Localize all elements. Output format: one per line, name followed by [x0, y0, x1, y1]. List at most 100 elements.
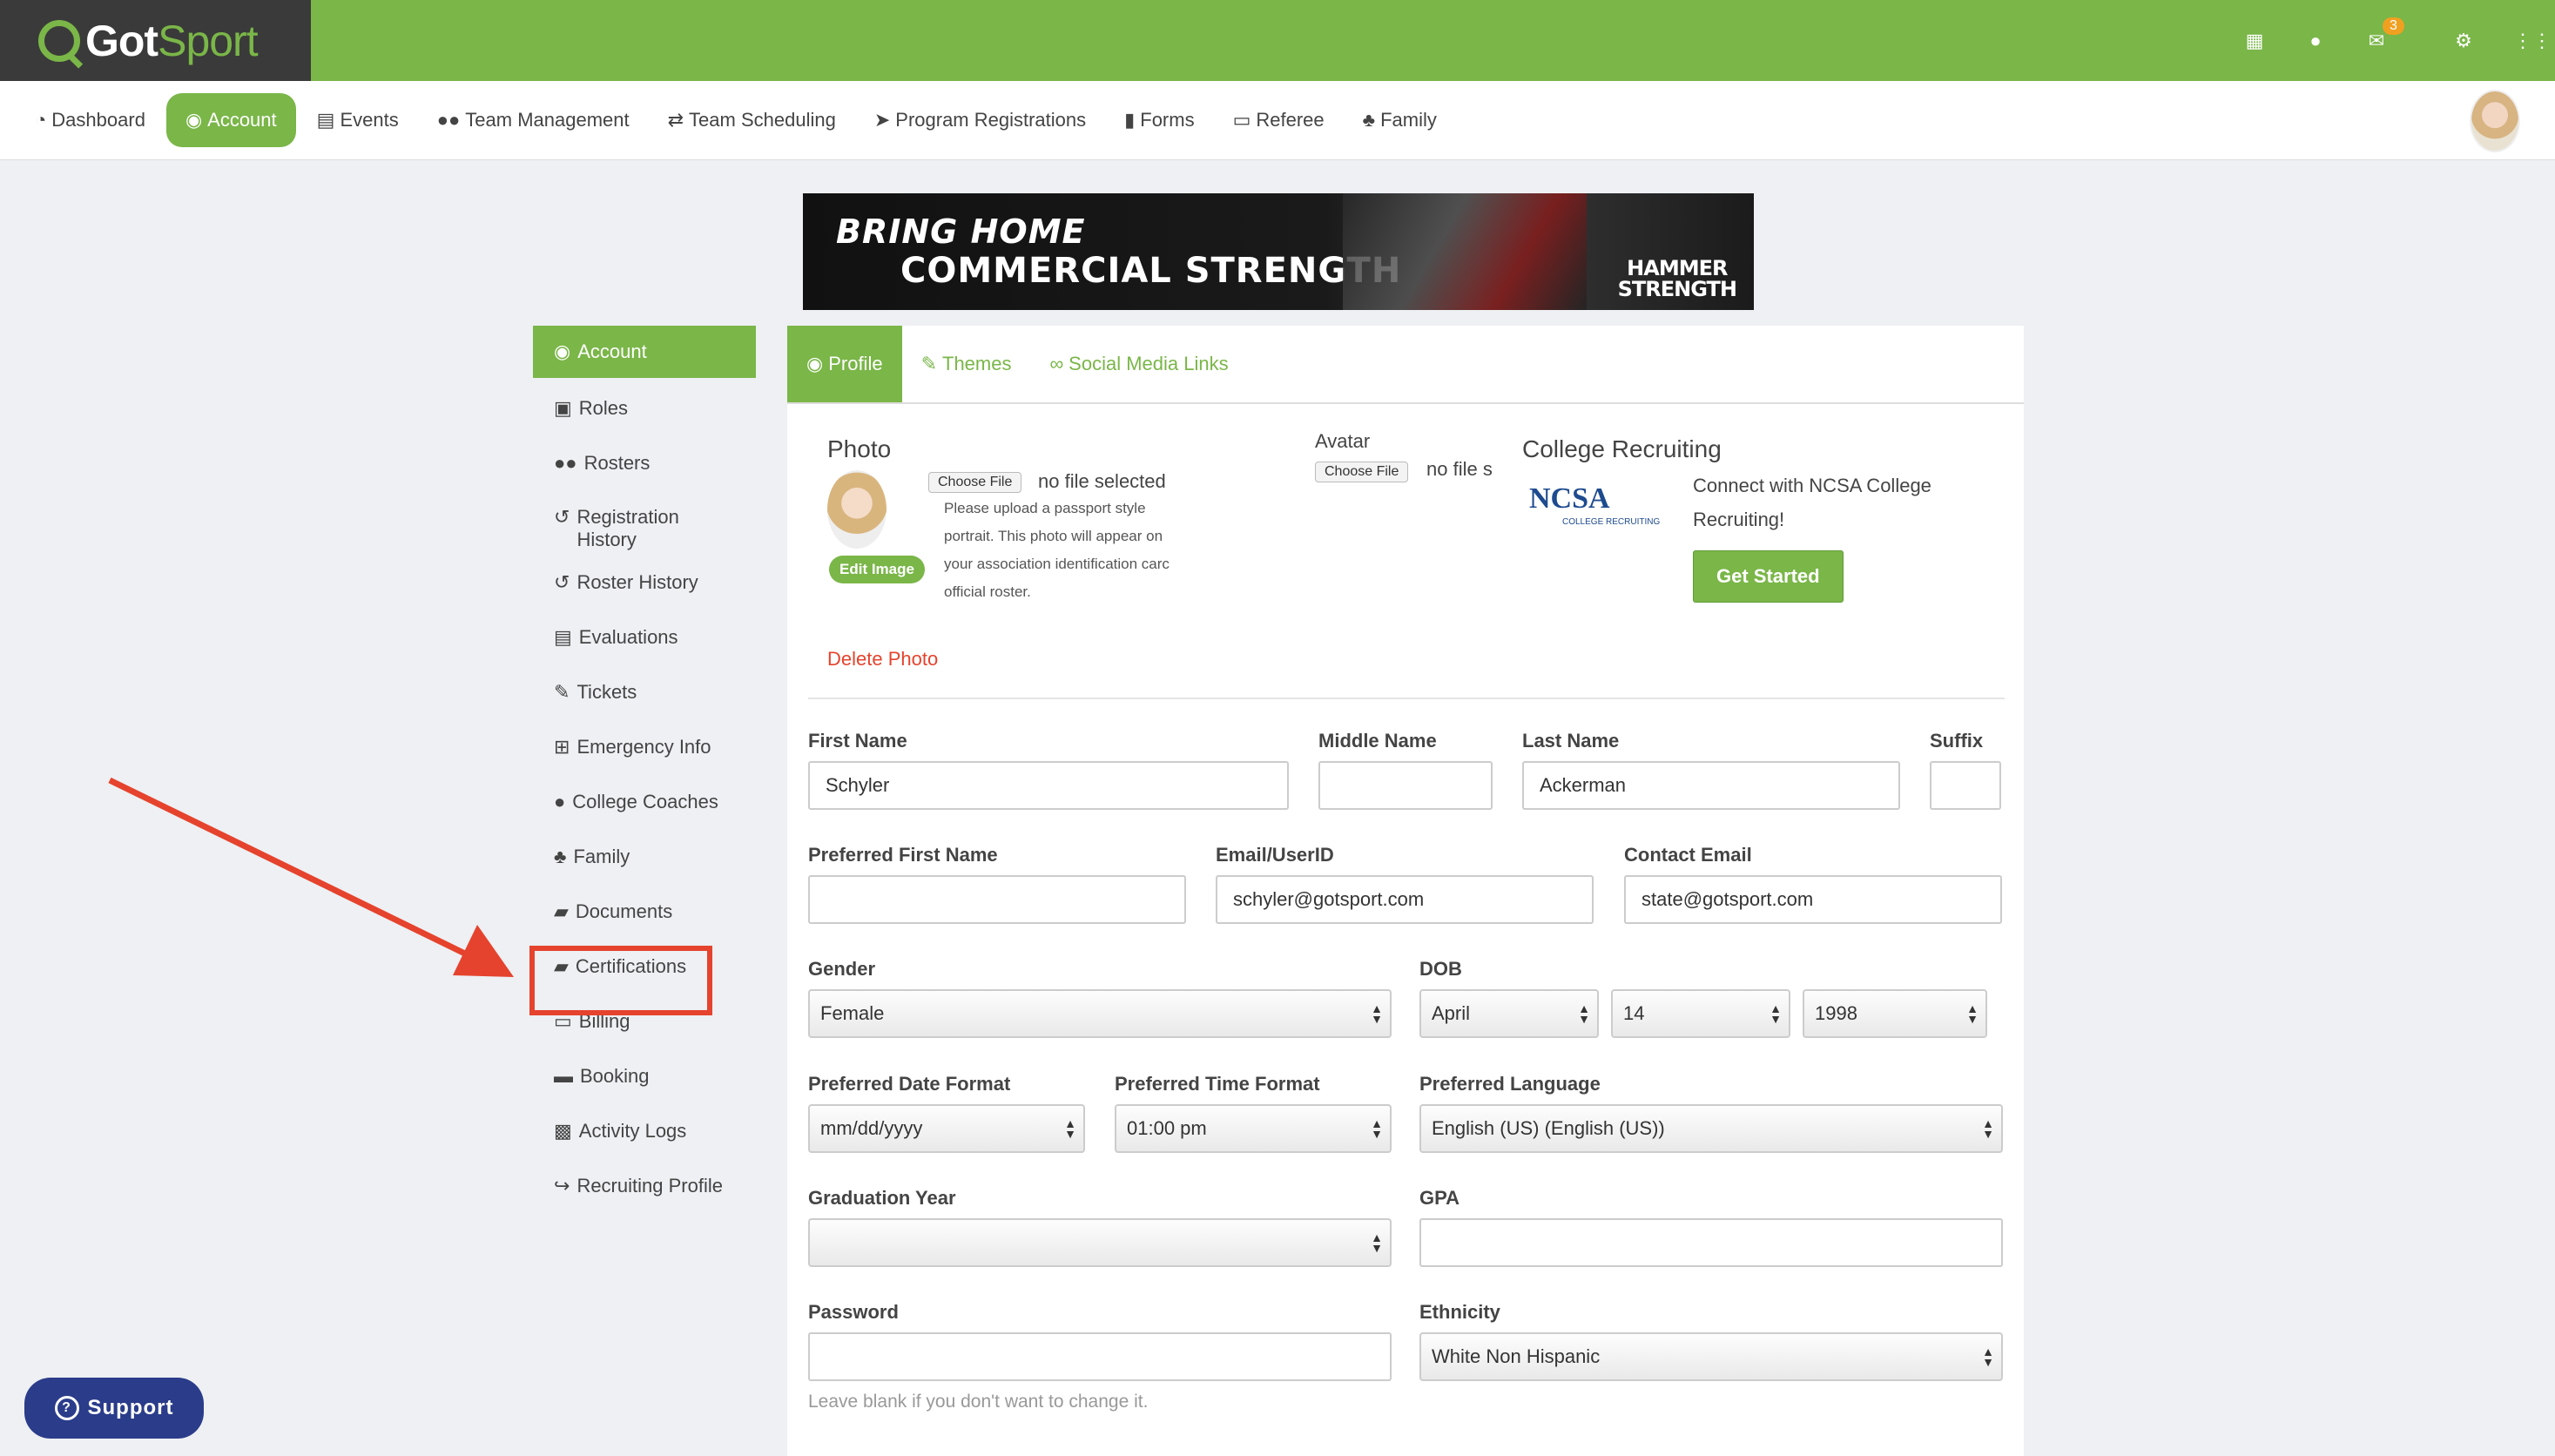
side-item-family[interactable]: ♣ Family [533, 829, 756, 884]
side-item-evaluations[interactable]: ▤ Evaluations [533, 610, 756, 664]
share-icon: ↪ [554, 1174, 570, 1196]
ncsa-logo-sub: COLLEGE RECRUITING [1562, 517, 1661, 527]
gender-label: Gender [808, 958, 876, 980]
nav-label: Program Registrations [895, 109, 1087, 131]
nav-account[interactable]: ◉ Account [165, 93, 296, 147]
last-name-input[interactable]: Ackerman [1522, 761, 1900, 810]
section-divider [808, 698, 2005, 699]
tab-profile[interactable]: ◉ Profile [787, 326, 902, 402]
calendar-check-icon: ▤ [554, 625, 572, 648]
side-item-documents[interactable]: ▰ Documents [533, 884, 756, 939]
side-item-label: Roles [578, 396, 629, 419]
side-item-roster-history[interactable]: ↺ Roster History [533, 555, 756, 610]
nav-team-management[interactable]: ●● Team Management [420, 97, 647, 144]
side-item-booking[interactable]: ▬ Booking [533, 1048, 756, 1103]
side-item-tickets[interactable]: ✎ Tickets [533, 664, 756, 719]
top-icons: ▦ ● ✉ 3 ⚙ ⋮⋮ [2243, 0, 2552, 81]
nav-events[interactable]: ▤ Events [300, 97, 416, 144]
gotsport-logo[interactable]: GotSport [0, 0, 311, 81]
edit-image-button[interactable]: Edit Image [829, 556, 925, 583]
tab-themes[interactable]: ✎ Themes [902, 326, 1031, 402]
side-item-label: Roster History [576, 570, 698, 593]
tab-label: Social Media Links [1069, 353, 1229, 374]
get-started-button[interactable]: Get Started [1693, 550, 1844, 603]
side-item-activity-logs[interactable]: ▩ Activity Logs [533, 1103, 756, 1158]
nav-referee[interactable]: ▭ Referee [1216, 97, 1342, 144]
side-item-registration-history[interactable]: ↺ Registration History [533, 490, 756, 555]
account-side-menu: ◉ Account ▣ Roles ●● Rosters ↺ Registration … [533, 326, 756, 1213]
nav-label: Dashboard [51, 109, 145, 131]
ethnicity-select[interactable]: White Non Hispanic ▲ ▼ [1419, 1332, 2003, 1381]
select-caret-icon: ▲ ▼ [1064, 1116, 1076, 1141]
photo-help-line: your association identification carc [944, 556, 1170, 572]
side-item-account[interactable]: ◉ Account [533, 326, 756, 378]
photo-choose-file-button[interactable]: Choose File [928, 472, 1022, 493]
contact-email-input[interactable]: state@gotsport.com [1624, 875, 2002, 924]
main-nav: ◔ Dashboard ◉ Account ▤ Events ●● Team Manag… [0, 81, 2555, 160]
ncsa-logo: NCSA [1529, 482, 1610, 515]
support-button[interactable]: ? Support [24, 1378, 204, 1439]
messages-badge: 3 [2383, 17, 2404, 35]
gpa-input[interactable] [1419, 1218, 2003, 1267]
dob-month-select[interactable]: April ▲ ▼ [1419, 989, 1599, 1038]
language-label: Preferred Language [1419, 1073, 1601, 1095]
nav-dashboard[interactable]: ◔ Dashboard [17, 97, 163, 144]
side-item-label: College Coaches [572, 790, 718, 812]
recruiting-text-line: Connect with NCSA College [1693, 475, 1931, 496]
tab-label: Themes [942, 353, 1012, 374]
side-item-rosters[interactable]: ●● Rosters [533, 435, 756, 490]
nav-label: Family [1380, 109, 1437, 131]
calendar-icon: ▤ [316, 109, 335, 131]
recruiting-text-line: Recruiting! [1693, 509, 1785, 530]
nav-label: Forms [1140, 109, 1195, 131]
side-item-emergency-info[interactable]: ⊞ Emergency Info [533, 719, 756, 774]
nav-forms[interactable]: ▮ Forms [1107, 97, 1211, 144]
middle-name-label: Middle Name [1318, 730, 1437, 752]
side-item-recruiting-profile[interactable]: ↪ Recruiting Profile [533, 1158, 756, 1213]
dob-label: DOB [1419, 958, 1462, 980]
time-format-value: 01:00 pm [1127, 1117, 1207, 1139]
gender-select[interactable]: Female ▲ ▼ [808, 989, 1392, 1038]
suffix-input[interactable] [1930, 761, 2001, 810]
banner-brand-2: STRENGTH [1617, 277, 1737, 301]
user-avatar[interactable] [2470, 90, 2520, 152]
nav-family[interactable]: ♣ Family [1345, 97, 1454, 144]
avatar-choose-file-button[interactable]: Choose File [1315, 462, 1409, 482]
tab-social-media-links[interactable]: ∞ Social Media Links [1030, 326, 1247, 402]
envelope-icon[interactable]: ✉ 3 [2365, 17, 2404, 52]
nav-label: Events [340, 109, 399, 131]
dob-day-select[interactable]: 14 ▲ ▼ [1611, 989, 1790, 1038]
side-item-college-coaches[interactable]: ● College Coaches [533, 774, 756, 829]
nav-label: Account [207, 109, 277, 131]
time-format-select[interactable]: 01:00 pm ▲ ▼ [1115, 1104, 1392, 1153]
select-caret-icon: ▲ ▼ [1966, 1001, 1979, 1026]
advertisement-banner[interactable]: BRING HOME COMMERCIAL STRENGTH HAMMER STR… [803, 193, 1754, 310]
nav-program-registrations[interactable]: ➤ Program Registrations [857, 97, 1103, 144]
dob-day-value: 14 [1623, 1002, 1645, 1024]
side-item-roles[interactable]: ▣ Roles [533, 381, 756, 435]
preferred-first-name-input[interactable] [808, 875, 1186, 924]
password-input[interactable] [808, 1332, 1392, 1381]
apps-grid-icon[interactable]: ⋮⋮ [2513, 30, 2552, 52]
pencil-icon: ✎ [554, 680, 570, 703]
language-value: English (US) (English (US)) [1432, 1117, 1665, 1139]
gear-icon[interactable]: ⚙ [2452, 30, 2475, 52]
language-select[interactable]: English (US) (English (US)) ▲ ▼ [1419, 1104, 2003, 1153]
first-name-input[interactable]: Schyler [808, 761, 1289, 810]
user-icon[interactable]: ● [2304, 30, 2327, 52]
sitemap-icon: ♣ [1362, 109, 1376, 131]
side-item-label: Account [577, 340, 647, 362]
password-label: Password [808, 1301, 899, 1323]
calendar-o-icon: ▭ [1232, 109, 1251, 131]
dob-year-value: 1998 [1815, 1002, 1857, 1024]
dob-year-select[interactable]: 1998 ▲ ▼ [1803, 989, 1987, 1038]
side-item-label: Family [573, 845, 630, 867]
graduation-year-select[interactable]: ▲ ▼ [808, 1218, 1392, 1267]
nav-team-scheduling[interactable]: ⇄ Team Scheduling [651, 97, 853, 144]
delete-photo-link[interactable]: Delete Photo [827, 648, 938, 671]
qrcode-icon[interactable]: ▦ [2243, 30, 2266, 52]
date-format-label: Preferred Date Format [808, 1073, 1011, 1095]
email-input[interactable]: schyler@gotsport.com [1216, 875, 1594, 924]
date-format-select[interactable]: mm/dd/yyyy ▲ ▼ [808, 1104, 1085, 1153]
middle-name-input[interactable] [1318, 761, 1493, 810]
